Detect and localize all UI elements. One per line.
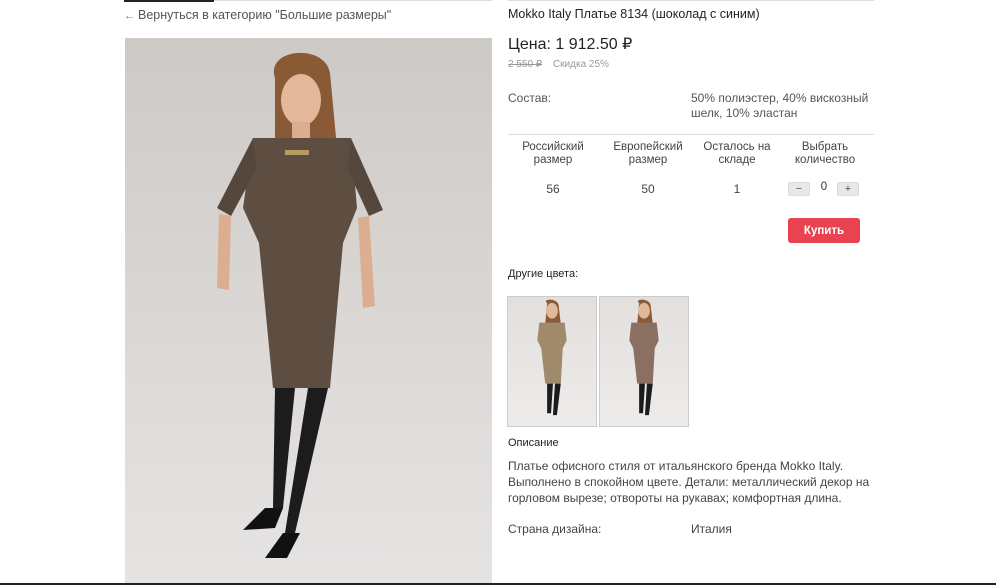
top-divider-right [508,0,874,1]
color-swatch-brown[interactable] [599,296,689,427]
quantity-decrease-button[interactable]: − [788,182,810,196]
header-ru-size: Российский размер [522,141,584,166]
composition-label: Состав: [508,91,552,105]
thumbnail-image [537,299,567,416]
quantity-input[interactable] [812,181,836,193]
header-qty: Выбрать количество [794,141,856,166]
top-divider-accent [124,0,214,2]
header-eu-size: Европейский размер [613,141,683,166]
cell-stock: 1 [733,182,741,196]
description-text: Платье офисного стиля от итальянского бр… [508,459,870,505]
other-colors-label: Другие цвета: [508,268,579,280]
old-price: 2 550 ₽ [508,59,543,70]
design-country-value: Италия [691,522,732,536]
arrow-left-icon: ← [124,10,135,22]
back-to-category-link[interactable]: ← Вернуться в категорию "Большие размеры" [124,8,391,22]
price-value: 1 912.50 [555,36,618,53]
cell-ru-size: 56 [546,182,560,196]
top-divider [214,0,492,1]
composition-value: 50% полиэстер, 40% вискозный шелк, 10% э… [691,91,869,120]
header-stock: Осталось на складе [703,141,771,166]
color-swatch-beige[interactable] [507,296,597,427]
product-title: Mokko Italy Платье 8134 (шоколад с синим… [508,7,760,21]
back-link-label: Вернуться в категорию "Большие размеры" [138,8,392,22]
price-label: Цена: [508,36,551,53]
design-country-label: Страна дизайна: [508,522,602,536]
currency-icon: ₽ [622,36,633,53]
cell-eu-size: 50 [641,182,655,196]
discount-badge: Скидка 25% [552,59,609,70]
price: Цена: 1 912.50 ₽ [508,34,632,54]
old-price-row: 2 550 ₽ Скидка 25% [508,59,609,70]
quantity-increase-button[interactable]: + [837,182,859,196]
thumbnail-image [629,299,659,416]
quantity-stepper: − + [788,181,864,199]
product-main-photo[interactable] [125,38,492,585]
buy-button[interactable]: Купить [788,218,860,243]
size-table-divider [508,134,874,135]
model-in-dress-image [217,52,383,558]
description-heading: Описание [508,437,559,449]
